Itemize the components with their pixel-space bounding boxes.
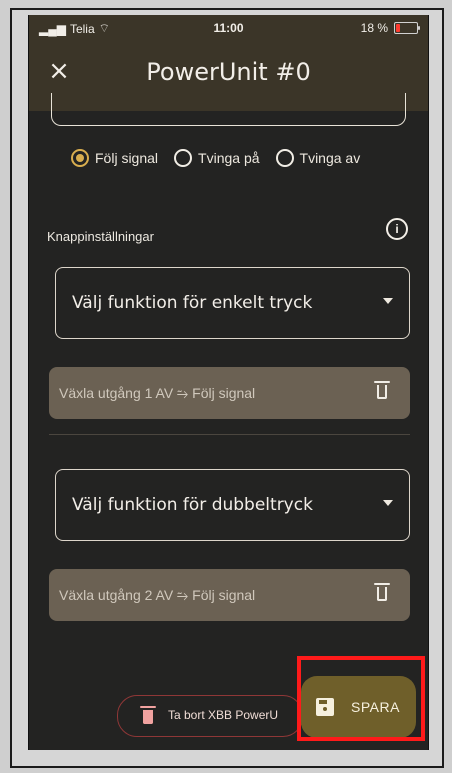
- radio-force-off-label: Tvinga av: [299, 150, 361, 166]
- single-press-placeholder: Välj funktion för enkelt tryck: [72, 293, 313, 313]
- button-settings-title: Knappinställningar: [47, 229, 154, 244]
- double-press-assigned-text: Växla utgång 2 AV ⥲ Följ signal: [59, 587, 256, 603]
- radio-follow-signal-indicator[interactable]: [71, 149, 89, 167]
- chevron-down-icon: [383, 298, 393, 304]
- delete-device-label: Ta bort XBB PowerU: [168, 708, 279, 722]
- partial-input-field[interactable]: [51, 93, 406, 126]
- status-right: 18 %: [360, 21, 420, 35]
- signal-mode-group: Följ signal Tvinga på Tvinga av: [71, 149, 368, 167]
- trash-icon: [140, 706, 156, 724]
- chevron-down-icon: [383, 500, 393, 506]
- radio-force-on[interactable]: Tvinga på: [174, 149, 260, 167]
- delete-device-button[interactable]: Ta bort XBB PowerU: [117, 695, 303, 737]
- page-title: PowerUnit #0: [146, 58, 311, 86]
- radio-follow-signal-label: Följ signal: [95, 150, 159, 166]
- battery-percent: 18 %: [360, 21, 388, 35]
- radio-force-on-label: Tvinga på: [198, 150, 260, 166]
- info-icon[interactable]: i: [386, 218, 408, 240]
- double-press-placeholder: Välj funktion för dubbeltryck: [72, 495, 313, 515]
- radio-force-off[interactable]: Tvinga av: [275, 149, 361, 167]
- single-press-select[interactable]: Välj funktion för enkelt tryck: [55, 267, 410, 339]
- settings-content: Följ signal Tvinga på Tvinga av Knappins…: [29, 93, 428, 750]
- single-press-assigned-item: Växla utgång 1 AV ⥲ Följ signal: [49, 367, 410, 419]
- status-bar: ▂▄▆ Telia ⌔ 11:00 18 %: [29, 15, 428, 41]
- double-press-assigned-item: Växla utgång 2 AV ⥲ Följ signal: [49, 569, 410, 621]
- double-press-select[interactable]: Välj funktion för dubbeltryck: [55, 469, 410, 541]
- single-press-assigned-text: Växla utgång 1 AV ⥲ Följ signal: [59, 385, 256, 401]
- battery-icon: [394, 22, 420, 34]
- highlight-box: [297, 656, 425, 741]
- radio-force-on-indicator[interactable]: [174, 149, 193, 167]
- radio-force-off-indicator[interactable]: [275, 149, 294, 167]
- radio-follow-signal[interactable]: Följ signal: [71, 149, 158, 167]
- trash-icon[interactable]: [374, 381, 390, 399]
- phone-screen: ▂▄▆ Telia ⌔ 11:00 18 % × PowerUnit #0 Fö…: [28, 15, 429, 750]
- divider: [49, 434, 410, 435]
- trash-icon[interactable]: [374, 583, 390, 601]
